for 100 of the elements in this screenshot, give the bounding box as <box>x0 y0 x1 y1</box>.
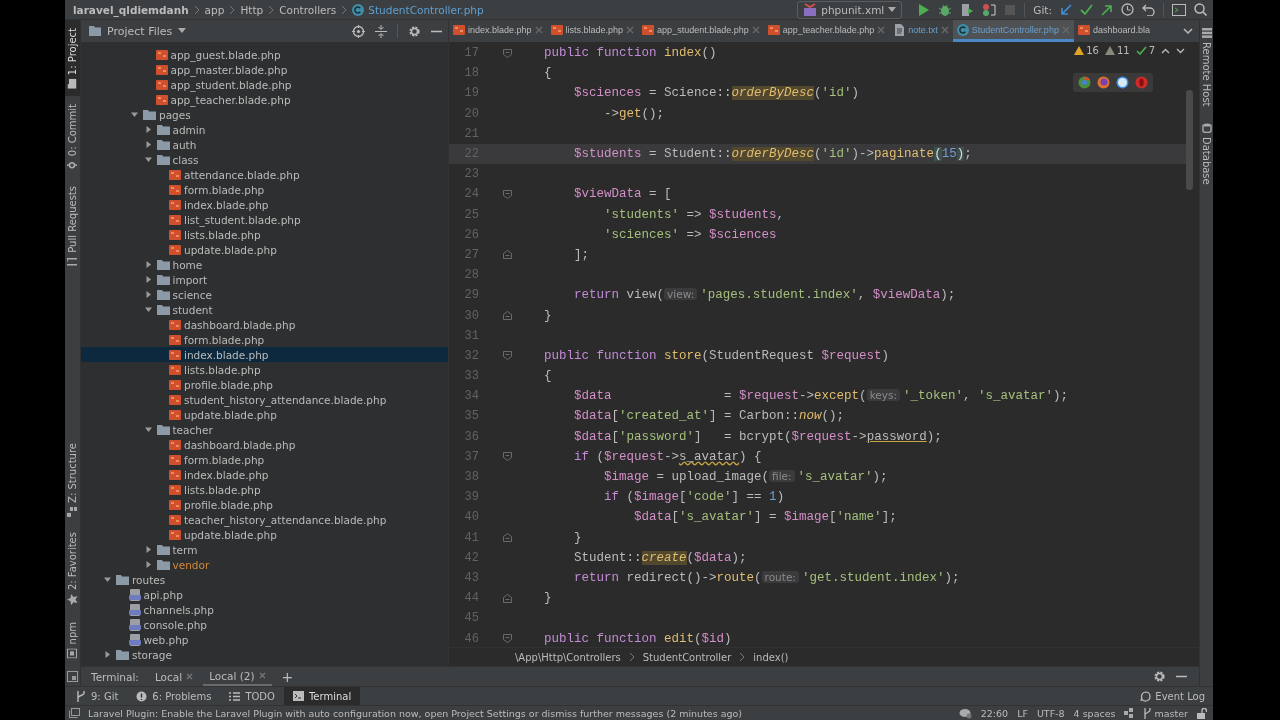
tool-window-tab[interactable]: Z: Structure <box>65 434 80 525</box>
indent-setting[interactable]: 4 spaces <box>1073 707 1116 719</box>
tree-item[interactable]: update.blade.php <box>81 527 448 542</box>
caret-position[interactable]: 22:60 <box>980 707 1009 719</box>
editor-tab[interactable]: app_teacher.blade.php <box>763 20 890 42</box>
tree-item[interactable]: app_guest.blade.php <box>81 47 448 62</box>
editor-tab[interactable]: note.txt <box>889 20 953 42</box>
tree-item[interactable]: import <box>81 272 448 287</box>
tool-window-tab[interactable]: 1: Project <box>65 20 80 97</box>
tree-item[interactable]: lists.blade.php <box>81 227 448 242</box>
tree-item[interactable]: api.php <box>81 587 448 602</box>
terminal-window-icon[interactable] <box>1172 3 1186 16</box>
tree-item[interactable]: lists.blade.php <box>81 362 448 377</box>
search-icon[interactable] <box>1194 3 1207 16</box>
tree-item[interactable]: app_student.blade.php <box>81 77 448 92</box>
undo-icon[interactable] <box>1142 3 1155 16</box>
tree-item[interactable]: routes <box>81 572 448 587</box>
breadcrumb-item[interactable]: StudentController <box>642 651 732 663</box>
fold-marker-icon[interactable] <box>503 250 512 260</box>
fold-marker-icon[interactable] <box>503 189 512 199</box>
breadcrumb-item[interactable]: StudentController.php <box>368 3 484 16</box>
locate-icon[interactable] <box>352 24 365 38</box>
tree-item[interactable]: index.blade.php <box>81 467 448 482</box>
chevron-up-icon[interactable] <box>1161 47 1170 54</box>
editorconfig-icon[interactable] <box>1124 707 1135 719</box>
tree-item[interactable]: science <box>81 287 448 302</box>
tree-item[interactable]: home <box>81 257 448 272</box>
tree-item[interactable]: index.blade.php <box>81 347 448 362</box>
tool-window-tab[interactable]: 0: Commit <box>65 96 80 179</box>
tree-item[interactable]: dashboard.blade.php <box>81 437 448 452</box>
profiler-icon[interactable] <box>982 2 997 17</box>
chevron-down-icon[interactable] <box>1176 47 1185 54</box>
tree-item[interactable]: storage <box>81 647 448 662</box>
inspection-profile-icon[interactable] <box>958 707 972 719</box>
event-log-button[interactable]: Event Log <box>1140 687 1213 705</box>
commit-icon[interactable] <box>1080 3 1093 16</box>
tree-item[interactable]: profile.blade.php <box>81 377 448 392</box>
update-project-icon[interactable] <box>1060 3 1072 16</box>
breadcrumb-item[interactable]: Controllers <box>279 3 337 16</box>
push-icon[interactable] <box>1101 3 1113 16</box>
settings-icon[interactable] <box>408 24 421 38</box>
breadcrumb-item[interactable]: Http <box>240 3 264 16</box>
tree-item[interactable]: form.blade.php <box>81 182 448 197</box>
tree-item[interactable]: auth <box>81 137 448 152</box>
tree-item[interactable]: console.php <box>81 617 448 632</box>
lock-icon[interactable] <box>1197 707 1207 719</box>
tree-item[interactable]: profile.blade.php <box>81 497 448 512</box>
tree-item[interactable]: lists.blade.php <box>81 482 448 497</box>
warnings-count[interactable]: 16 <box>1074 45 1099 56</box>
tool-window-tab[interactable]: Remote Host <box>1200 20 1213 115</box>
collapse-all-icon[interactable] <box>375 24 387 38</box>
close-icon[interactable] <box>258 672 266 679</box>
tool-window-tab[interactable]: 9: Git <box>67 687 128 705</box>
settings-icon[interactable] <box>1153 670 1166 683</box>
tree-item[interactable]: update.blade.php <box>81 407 448 422</box>
tree-item[interactable]: index.blade.php <box>81 197 448 212</box>
tree-item[interactable]: teacher <box>81 422 448 437</box>
coverage-icon[interactable] <box>960 2 975 17</box>
typos-count[interactable]: 7 <box>1135 45 1155 56</box>
tree-item[interactable]: teacher_history_attendance.blade.php <box>81 512 448 527</box>
tree-item[interactable]: form.blade.php <box>81 452 448 467</box>
tool-window-tab[interactable]: Database <box>1200 114 1213 193</box>
tool-window-tab[interactable]: TODO <box>220 687 284 705</box>
fold-marker-icon[interactable] <box>503 533 512 543</box>
tree-item[interactable]: web.php <box>81 632 448 647</box>
history-icon[interactable] <box>1121 3 1134 16</box>
breadcrumb-item[interactable]: index() <box>753 651 789 663</box>
bug-icon[interactable] <box>938 2 953 17</box>
fold-marker-icon[interactable] <box>503 48 512 58</box>
tree-item[interactable]: admin <box>81 122 448 137</box>
tree-item[interactable]: vendor <box>81 557 448 572</box>
panel-toggle-icon[interactable] <box>69 708 80 718</box>
panel-toggle-icon[interactable] <box>67 670 78 682</box>
browser-icon[interactable] <box>1116 76 1129 89</box>
tool-window-tab[interactable]: Terminal <box>283 687 361 705</box>
tool-window-tab[interactable]: Pull Requests <box>65 178 80 276</box>
tree-item[interactable]: attendance.blade.php <box>81 167 448 182</box>
tree-item[interactable]: app_master.blade.php <box>81 62 448 77</box>
tree-item[interactable]: class <box>81 152 448 167</box>
tree-item[interactable]: form.blade.php <box>81 332 448 347</box>
tree-item[interactable]: pages <box>81 107 448 122</box>
editor-tab[interactable]: index.blade.php <box>449 20 547 42</box>
tree-item[interactable]: student_history_attendance.blade.php <box>81 392 448 407</box>
fold-marker-icon[interactable] <box>503 593 512 603</box>
tree-item[interactable]: student <box>81 302 448 317</box>
fold-marker-icon[interactable] <box>503 351 512 361</box>
line-separator[interactable]: LF <box>1017 707 1028 719</box>
chevron-down-icon[interactable] <box>1183 27 1193 35</box>
new-tab-button[interactable]: + <box>275 667 300 686</box>
status-message[interactable]: Laravel Plugin: Enable the Laravel Plugin with auto configuration now, open Project Settings or dismiss further messages (2 minutes ago) <box>88 707 743 719</box>
editor-tab[interactable]: app_student.blade.php <box>638 20 764 42</box>
run-icon[interactable] <box>918 2 931 17</box>
tool-window-tab[interactable]: 6: Problems <box>127 687 221 705</box>
tree-item[interactable]: channels.php <box>81 602 448 617</box>
session-tab[interactable]: Local <box>148 667 200 686</box>
tree-item[interactable]: dashboard.blade.php <box>81 317 448 332</box>
git-branch[interactable]: master <box>1143 707 1188 719</box>
close-icon[interactable] <box>186 673 194 680</box>
breadcrumb-item[interactable]: laravel_qldiemdanh <box>73 3 189 16</box>
fold-marker-icon[interactable] <box>503 634 512 644</box>
